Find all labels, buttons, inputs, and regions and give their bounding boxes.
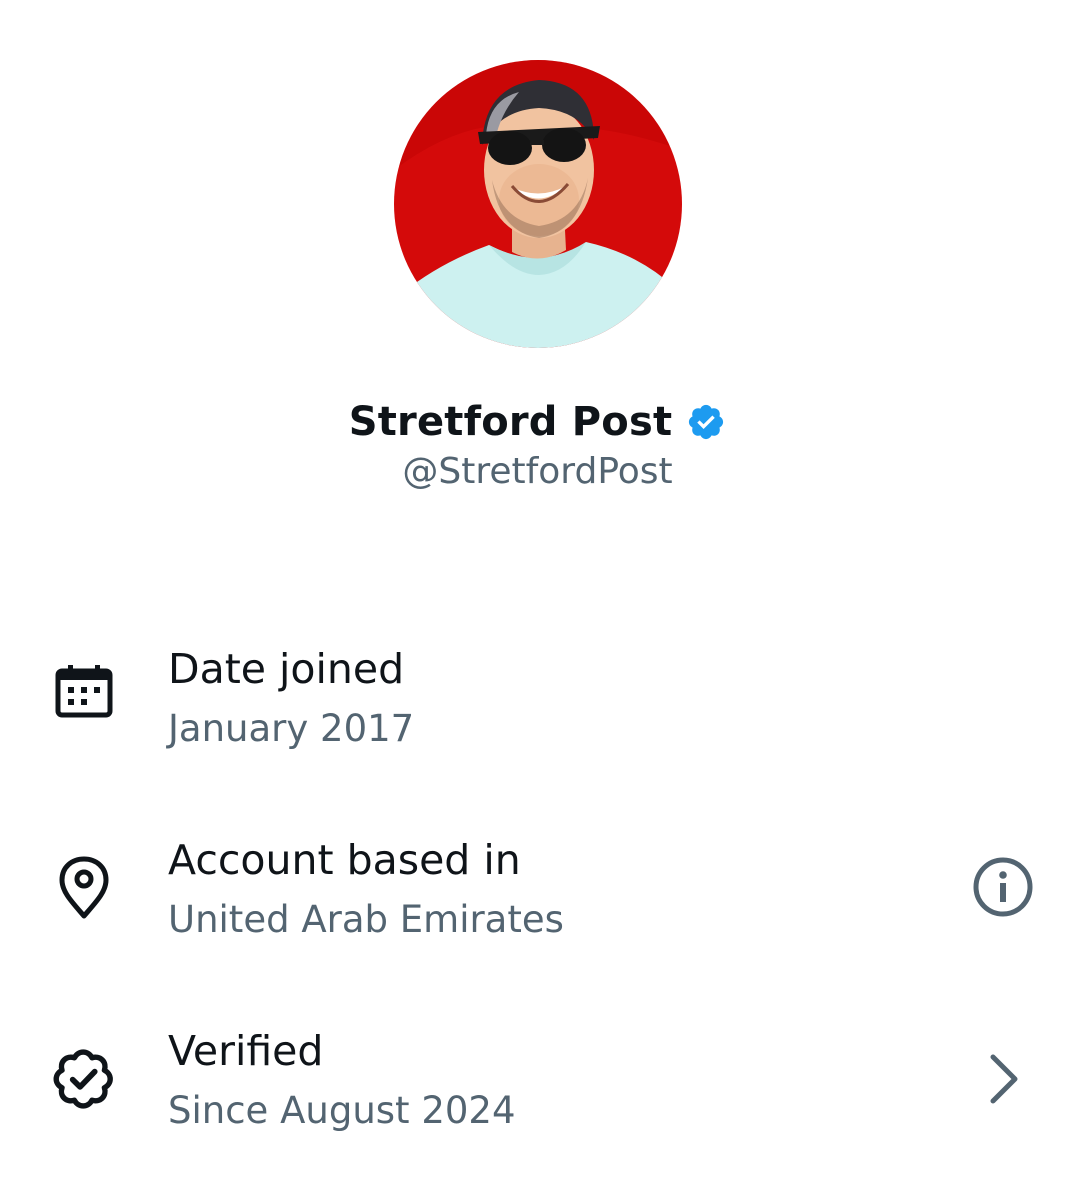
verified-row[interactable]: Verified Since August 2024 <box>0 1025 1075 1165</box>
verified-badge-outline-icon <box>50 1045 118 1113</box>
account-based-in-label: Account based in <box>168 836 521 884</box>
location-pin-icon <box>50 854 118 922</box>
verified-label: Verified <box>168 1027 324 1075</box>
account-based-in-row: Account based in United Arab Emirates <box>0 834 1075 974</box>
date-joined-row: Date joined January 2017 <box>0 643 1075 783</box>
username-handle: @StretfordPost <box>402 451 673 492</box>
account-based-in-value: United Arab Emirates <box>168 898 564 941</box>
date-joined-value: January 2017 <box>168 707 415 750</box>
chevron-right-icon[interactable] <box>969 1045 1037 1113</box>
avatar-image <box>394 60 682 348</box>
display-name-row: Stretford Post <box>0 394 1075 450</box>
display-name: Stretford Post <box>348 399 673 445</box>
verified-badge-icon[interactable] <box>686 402 726 442</box>
about-account-page: Stretford Post @StretfordPost Date joine… <box>0 0 1075 1200</box>
verified-value: Since August 2024 <box>168 1089 516 1132</box>
date-joined-label: Date joined <box>168 645 405 693</box>
avatar[interactable] <box>394 60 682 348</box>
calendar-icon <box>50 659 118 727</box>
info-icon[interactable] <box>969 853 1037 921</box>
